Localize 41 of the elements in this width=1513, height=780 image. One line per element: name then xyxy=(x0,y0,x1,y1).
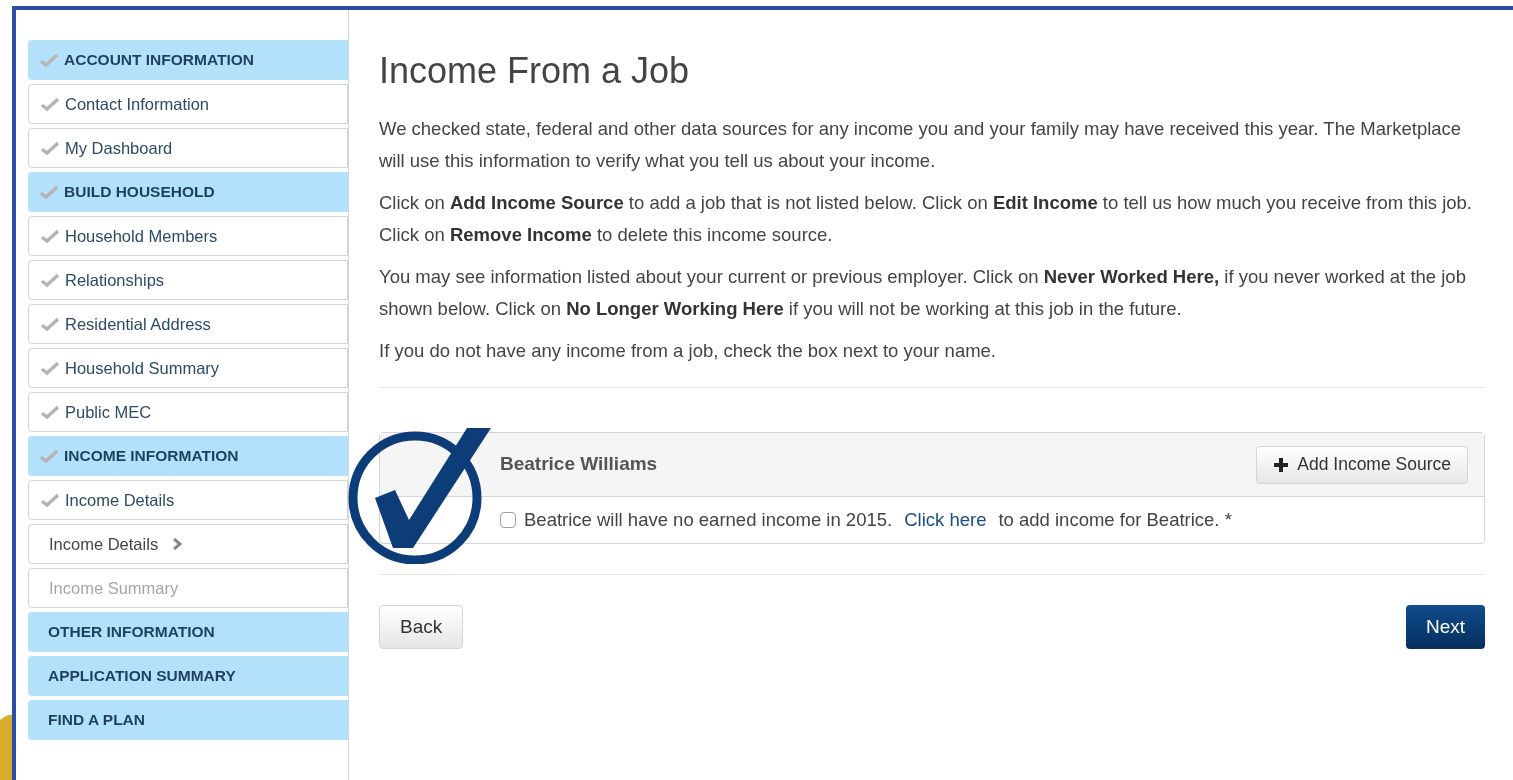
check-icon xyxy=(41,229,59,243)
sidebar-item[interactable]: Income Details xyxy=(28,524,348,564)
paragraph: If you do not have any income from a job, check the box next to your name. xyxy=(379,339,997,363)
sidebar-item[interactable]: Income Details xyxy=(28,480,348,520)
paragraph: Click on Add Income Source to add a job that is not listed below. Click on Edit Income to tell us how much you receive from this job. Click on Remove Income to delete this income source. xyxy=(379,191,1473,247)
check-icon xyxy=(40,53,58,67)
sidebar-item[interactable]: Relationships xyxy=(28,260,348,300)
page-title: Income From a Job xyxy=(379,49,691,93)
add-income-text: to add income for Beatrice. * xyxy=(998,508,1232,533)
section-header[interactable]: OTHER INFORMATION xyxy=(28,612,348,652)
section-header[interactable]: INCOME INFORMATION xyxy=(28,436,348,476)
paragraph: You may see information listed about your current or previous employer. Click on Never Worked Here, if you never worked at the job shown below. Click on No Longer Working Here if you will not be working at this job in the future. xyxy=(379,265,1467,321)
check-icon xyxy=(40,185,58,199)
paragraph: We checked state, federal and other data sources for any income you and your family may have received this year. The Marketplace will use this information to verify what you tell us about your income. xyxy=(379,117,1463,173)
plus-icon xyxy=(1273,456,1290,473)
sidebar-item[interactable]: Residential Address xyxy=(28,304,348,344)
person-name: Beatrice Williams xyxy=(500,452,658,477)
sidebar-item[interactable]: My Dashboard xyxy=(28,128,348,168)
click-here-link[interactable]: Click here xyxy=(904,506,987,534)
sidebar-item[interactable]: Household Summary xyxy=(28,348,348,388)
no-income-text: Beatrice will have no earned income in 2015. xyxy=(524,508,893,533)
check-icon xyxy=(41,361,59,375)
sidebar-item[interactable]: Household Members xyxy=(28,216,348,256)
no-income-checkbox[interactable] xyxy=(500,512,516,528)
add-income-source-button[interactable]: Add Income Source xyxy=(1256,445,1468,484)
sidebar-item[interactable]: Public MEC xyxy=(28,392,348,432)
check-icon xyxy=(41,273,59,287)
check-icon xyxy=(41,317,59,331)
section-header[interactable]: BUILD HOUSEHOLD xyxy=(28,172,348,212)
check-icon xyxy=(41,141,59,155)
check-icon xyxy=(41,493,59,507)
check-icon xyxy=(41,405,59,419)
section-header[interactable]: ACCOUNT INFORMATION xyxy=(28,40,348,80)
next-button[interactable]: Next xyxy=(1405,605,1485,649)
check-icon xyxy=(41,97,59,111)
chevron-right-icon xyxy=(172,537,183,551)
check-icon xyxy=(40,449,58,463)
back-button[interactable]: Back xyxy=(379,605,464,649)
section-header[interactable]: APPLICATION SUMMARY xyxy=(28,656,348,696)
sidebar-item[interactable]: Contact Information xyxy=(28,84,348,124)
section-header[interactable]: FIND A PLAN xyxy=(28,700,348,740)
